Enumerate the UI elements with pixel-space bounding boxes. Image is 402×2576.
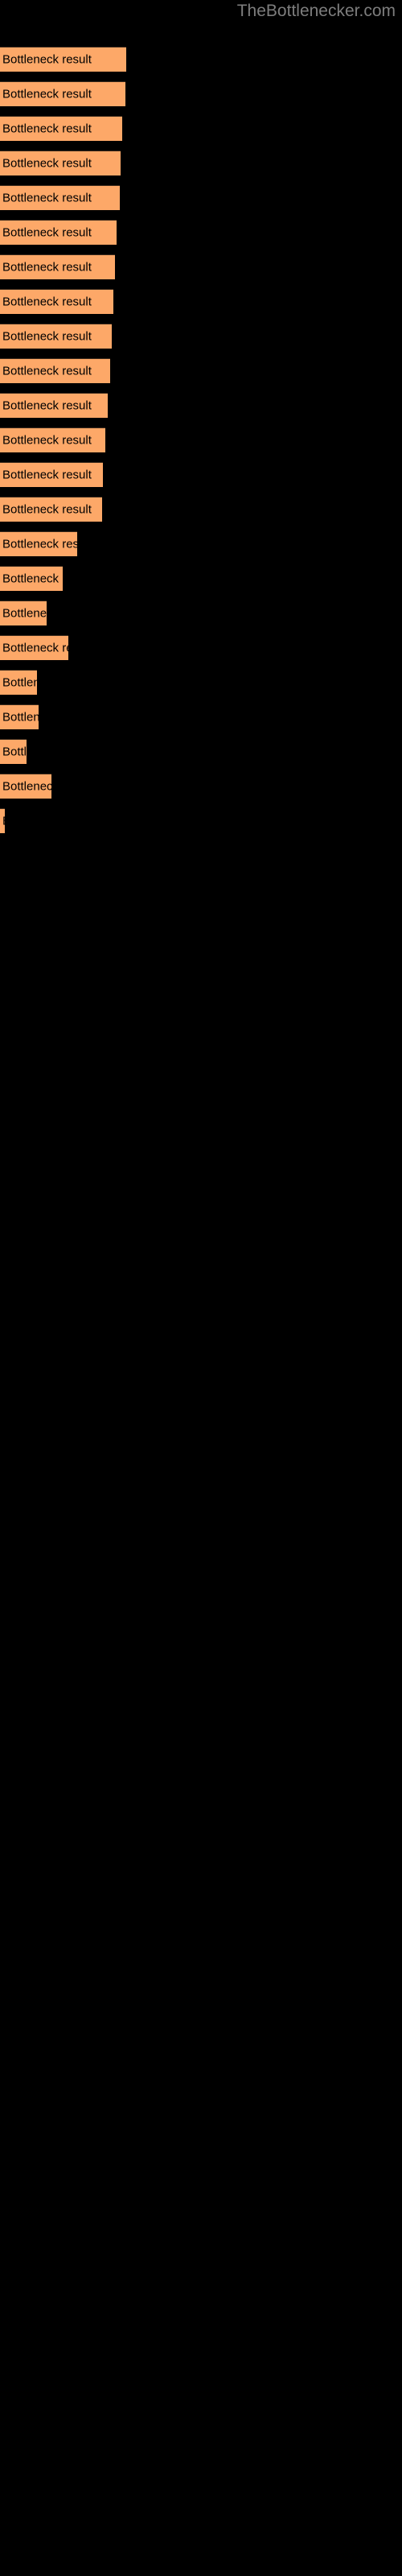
bar-row: Bottleneck result: [0, 185, 120, 210]
bar-label: Bottleneck result: [2, 537, 77, 551]
bar: Bottleneck result: [0, 324, 112, 349]
bar-row: Bottleneck result: [0, 81, 125, 106]
bar: Bottleneck result: [0, 739, 27, 764]
bar: Bottleneck result: [0, 427, 105, 452]
bar-label: Bottleneck result: [2, 815, 5, 828]
bottleneck-chart: TheBottlenecker.com Bottleneck result Bot…: [0, 0, 402, 2576]
bar-row: Bottleneck result: [0, 774, 51, 799]
bar-row: Bottleneck result: [0, 601, 47, 625]
bar-row: Bottleneck result: [0, 497, 102, 522]
bar-label: Bottleneck result: [2, 156, 92, 171]
bar-label: Bottleneck result: [2, 675, 37, 690]
bar: Bottleneck result: [0, 774, 51, 799]
bar-label: Bottleneck result: [2, 502, 92, 517]
bar-row: Bottleneck result: [0, 220, 117, 245]
bar-row: Bottleneck result: [0, 254, 115, 279]
bar-row: Bottleneck result: [0, 462, 103, 487]
bar-row: Bottleneck result: [0, 739, 27, 764]
bar-label: Bottleneck result: [2, 572, 63, 586]
bar: Bottleneck result: [0, 358, 110, 383]
bar-row: Bottleneck result: [0, 289, 113, 314]
bar-label: Bottleneck result: [2, 225, 92, 240]
bar: Bottleneck result: [0, 635, 68, 660]
bar-label: Bottleneck result: [2, 87, 92, 101]
bar: Bottleneck result: [0, 808, 5, 833]
bar-label: Bottleneck result: [2, 364, 92, 378]
bar: Bottleneck result: [0, 393, 108, 418]
bar: Bottleneck result: [0, 289, 113, 314]
bar-row: Bottleneck result: [0, 566, 63, 591]
bar-label: Bottleneck result: [2, 52, 92, 67]
bar-label: Bottleneck result: [2, 745, 27, 759]
bar-row: Bottleneck result: [0, 47, 126, 72]
bar: Bottleneck result: [0, 531, 77, 556]
bar: Bottleneck result: [0, 220, 117, 245]
bar-chart-bars: Bottleneck result Bottleneck result Bottle…: [0, 0, 402, 1771]
bar-row: Bottleneck result: [0, 531, 77, 556]
bar: Bottleneck result: [0, 566, 63, 591]
bar-row: Bottleneck result: [0, 151, 121, 175]
bar: Bottleneck result: [0, 601, 47, 625]
bar: Bottleneck result: [0, 47, 126, 72]
bar-label: Bottleneck result: [2, 295, 92, 309]
bar: Bottleneck result: [0, 497, 102, 522]
bar-label: Bottleneck result: [2, 641, 68, 655]
bar: Bottleneck result: [0, 462, 103, 487]
bar-label: Bottleneck result: [2, 329, 92, 344]
bar-label: Bottleneck result: [2, 260, 92, 275]
bar-label: Bottleneck result: [2, 433, 92, 448]
bar: Bottleneck result: [0, 81, 125, 106]
bar-row: Bottleneck result: [0, 116, 122, 141]
bar: Bottleneck result: [0, 254, 115, 279]
bar-row: Bottleneck result: [0, 427, 105, 452]
bar: Bottleneck result: [0, 704, 39, 729]
bar-row: Bottleneck result: [0, 808, 5, 833]
bar: Bottleneck result: [0, 185, 120, 210]
bar: Bottleneck result: [0, 670, 37, 695]
bar-row: Bottleneck result: [0, 670, 37, 695]
bar-label: Bottleneck result: [2, 191, 92, 205]
bar-row: Bottleneck result: [0, 635, 68, 660]
bar-row: Bottleneck result: [0, 324, 112, 349]
bar-label: Bottleneck result: [2, 468, 92, 482]
bar-row: Bottleneck result: [0, 704, 39, 729]
bar-label: Bottleneck result: [2, 606, 47, 621]
bar: Bottleneck result: [0, 151, 121, 175]
bar-label: Bottleneck result: [2, 122, 92, 136]
bar-row: Bottleneck result: [0, 358, 110, 383]
bar: Bottleneck result: [0, 116, 122, 141]
bar-label: Bottleneck result: [2, 779, 51, 794]
bar-row: Bottleneck result: [0, 393, 108, 418]
bar-label: Bottleneck result: [2, 398, 92, 413]
bar-label: Bottleneck result: [2, 710, 39, 724]
